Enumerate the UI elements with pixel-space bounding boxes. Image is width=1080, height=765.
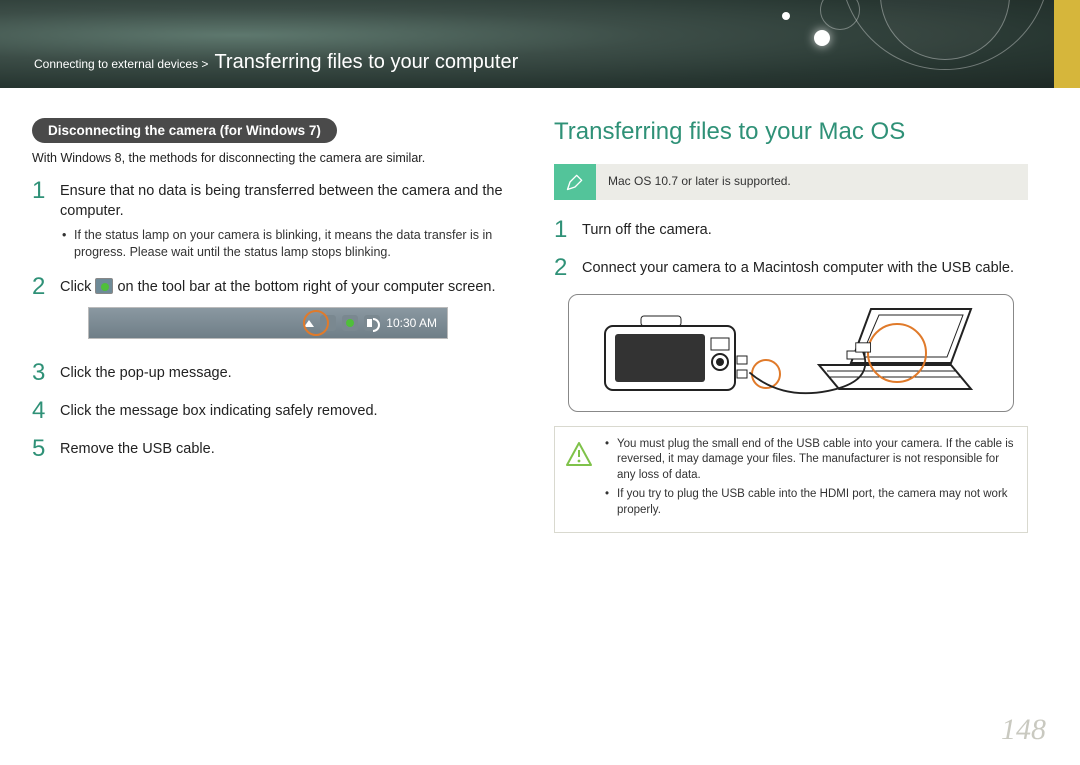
highlight-ring-icon	[867, 323, 927, 383]
step-text: Turn off the camera.	[582, 222, 712, 238]
decor-dot	[782, 12, 790, 20]
step-2: 2 Connect your camera to a Macintosh com…	[554, 256, 1028, 280]
decor-dot	[814, 30, 830, 46]
step-number: 5	[32, 437, 50, 461]
step-number: 3	[32, 361, 50, 385]
note-icon	[554, 164, 596, 200]
decor-circle	[840, 0, 1050, 70]
highlight-ring-icon	[751, 359, 781, 389]
decor-circle	[820, 0, 860, 30]
breadcrumb: Connecting to external devices > Transfe…	[34, 51, 518, 74]
step-2: 2 Click on the tool bar at the bottom ri…	[32, 275, 506, 348]
step-text: Ensure that no data is being transferred…	[60, 183, 503, 219]
connection-illustration	[568, 294, 1014, 412]
step-4: 4 Click the message box indicating safel…	[32, 399, 506, 423]
content-area: Disconnecting the camera (for Windows 7)…	[0, 88, 1080, 533]
manual-page: Connecting to external devices > Transfe…	[0, 0, 1080, 765]
camera-icon	[601, 308, 766, 398]
warning-item: If you try to plug the USB cable into th…	[605, 487, 1015, 518]
right-column: Transferring files to your Mac OS Mac OS…	[542, 118, 1040, 533]
step-text: Remove the USB cable.	[60, 441, 215, 457]
taskbar-clock: 10:30 AM	[386, 315, 437, 331]
step-number: 4	[32, 399, 50, 423]
warning-box: You must plug the small end of the USB c…	[554, 426, 1028, 534]
intro-text: With Windows 8, the methods for disconne…	[32, 151, 518, 165]
step-number: 1	[32, 179, 50, 261]
left-column: Disconnecting the camera (for Windows 7)…	[20, 118, 518, 533]
step-5: 5 Remove the USB cable.	[32, 437, 506, 461]
step-text-b: on the tool bar at the bottom right of y…	[117, 279, 495, 295]
step-number: 2	[554, 256, 572, 280]
pen-icon	[565, 172, 585, 192]
step-1: 1 Ensure that no data is being transferr…	[32, 179, 506, 261]
note-text: Mac OS 10.7 or later is supported.	[596, 164, 803, 200]
step-bullet: If the status lamp on your camera is bli…	[60, 227, 506, 261]
warning-item: You must plug the small end of the USB c…	[605, 437, 1015, 484]
safely-remove-tray-icon	[342, 315, 358, 331]
step-text: Click the pop-up message.	[60, 365, 232, 381]
step-3: 3 Click the pop-up message.	[32, 361, 506, 385]
volume-icon	[364, 315, 380, 331]
accent-bar	[1054, 0, 1080, 88]
warning-list: You must plug the small end of the USB c…	[605, 437, 1015, 523]
taskbar-illustration: 10:30 AM	[88, 307, 448, 339]
step-number: 2	[32, 275, 50, 348]
warning-icon	[565, 437, 593, 472]
note-box: Mac OS 10.7 or later is supported.	[554, 164, 1028, 200]
section-pill: Disconnecting the camera (for Windows 7)	[32, 118, 337, 143]
step-text: Connect your camera to a Macintosh compu…	[582, 260, 1014, 276]
safely-remove-icon	[95, 278, 113, 294]
page-title: Transferring files to your computer	[214, 51, 518, 74]
page-number: 148	[1001, 713, 1046, 747]
step-1: 1 Turn off the camera.	[554, 218, 1028, 242]
section-heading: Transferring files to your Mac OS	[554, 118, 1040, 146]
step-text-a: Click	[60, 279, 91, 295]
step-text: Click the message box indicating safely …	[60, 403, 378, 419]
step-number: 1	[554, 218, 572, 242]
highlight-ring-icon	[303, 310, 329, 336]
top-banner: Connecting to external devices > Transfe…	[0, 0, 1080, 88]
breadcrumb-parent: Connecting to external devices >	[34, 57, 208, 71]
